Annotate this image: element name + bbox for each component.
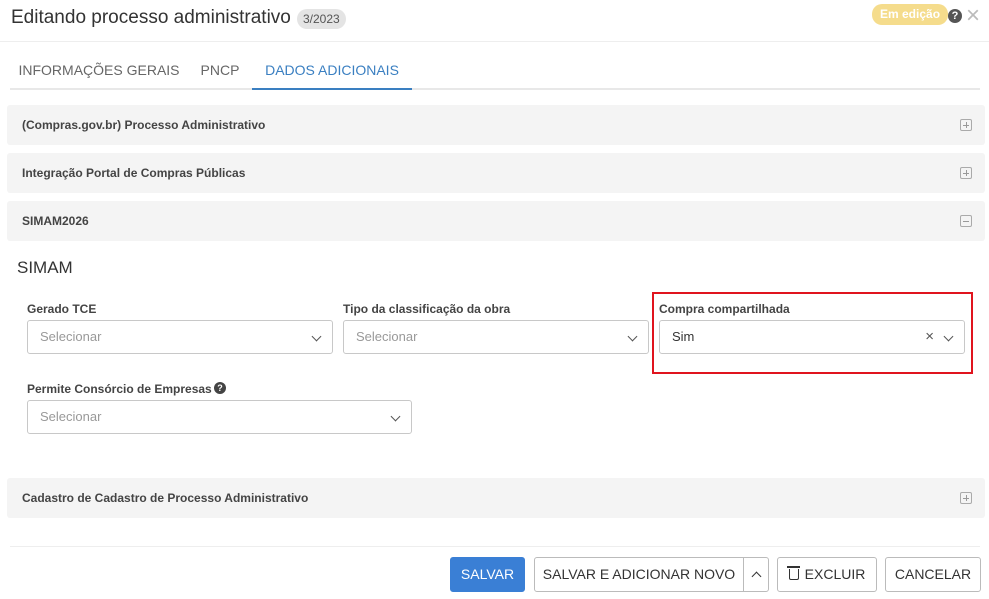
panel-integracao-portal[interactable]: Integração Portal de Compras Públicas — [7, 153, 985, 193]
section-title-simam: SIMAM — [17, 258, 73, 277]
panel-title: Cadastro de Cadastro de Processo Adminis… — [22, 491, 309, 505]
panel-compras-gov[interactable]: (Compras.gov.br) Processo Administrativo — [7, 105, 985, 145]
status-badge: Em edição — [872, 4, 949, 25]
save-button[interactable]: SALVAR — [450, 557, 525, 592]
help-icon[interactable]: ? — [214, 382, 226, 394]
consorcio-select[interactable]: Selecionar — [27, 400, 412, 434]
save-options-toggle[interactable] — [743, 557, 769, 592]
select-placeholder: Selecionar — [40, 329, 102, 344]
tipo-obra-select[interactable]: Selecionar — [343, 320, 649, 354]
page-title: Editando processo administrativo — [11, 7, 291, 28]
collapse-icon[interactable] — [960, 215, 972, 227]
delete-button[interactable]: EXCLUIR — [777, 557, 877, 592]
panel-title: SIMAM2026 — [22, 214, 89, 228]
footer-divider — [10, 546, 980, 547]
tab-dados-adicionais[interactable]: DADOS ADICIONAIS — [252, 52, 412, 90]
tipo-obra-label: Tipo da classificação da obra — [343, 302, 511, 316]
save-and-add-new-button[interactable]: SALVAR E ADICIONAR NOVO — [534, 557, 744, 592]
gerado-tce-select[interactable]: Selecionar — [27, 320, 333, 354]
select-placeholder: Selecionar — [356, 329, 418, 344]
expand-icon[interactable] — [960, 119, 972, 131]
chevron-up-icon — [751, 571, 762, 582]
panel-title: Integração Portal de Compras Públicas — [22, 166, 246, 180]
chevron-down-icon — [390, 411, 401, 422]
highlight-box — [652, 292, 973, 374]
select-placeholder: Selecionar — [40, 409, 102, 424]
delete-label: EXCLUIR — [804, 566, 866, 582]
tab-bar: INFORMAÇÕES GERAIS PNCP DADOS ADICIONAIS — [10, 52, 980, 90]
close-icon[interactable]: × — [963, 4, 983, 28]
trash-icon — [786, 566, 800, 580]
chevron-down-icon — [311, 331, 322, 342]
panel-cadastro[interactable]: Cadastro de Cadastro de Processo Adminis… — [7, 478, 985, 518]
cancel-button[interactable]: CANCELAR — [885, 557, 981, 592]
expand-icon[interactable] — [960, 167, 972, 179]
help-icon[interactable]: ? — [948, 9, 962, 23]
chevron-down-icon — [627, 331, 638, 342]
tab-informacoes-gerais[interactable]: INFORMAÇÕES GERAIS — [10, 52, 188, 90]
dialog-header: Editando processo administrativo 3/2023 … — [0, 0, 989, 42]
panel-simam2026[interactable]: SIMAM2026 — [7, 201, 985, 241]
gerado-tce-label: Gerado TCE — [27, 302, 97, 316]
expand-icon[interactable] — [960, 492, 972, 504]
tab-pncp[interactable]: PNCP — [188, 52, 252, 90]
consorcio-label: Permite Consórcio de Empresas — [27, 382, 212, 396]
panel-title: (Compras.gov.br) Processo Administrativo — [22, 118, 266, 132]
process-number-badge: 3/2023 — [297, 9, 346, 29]
